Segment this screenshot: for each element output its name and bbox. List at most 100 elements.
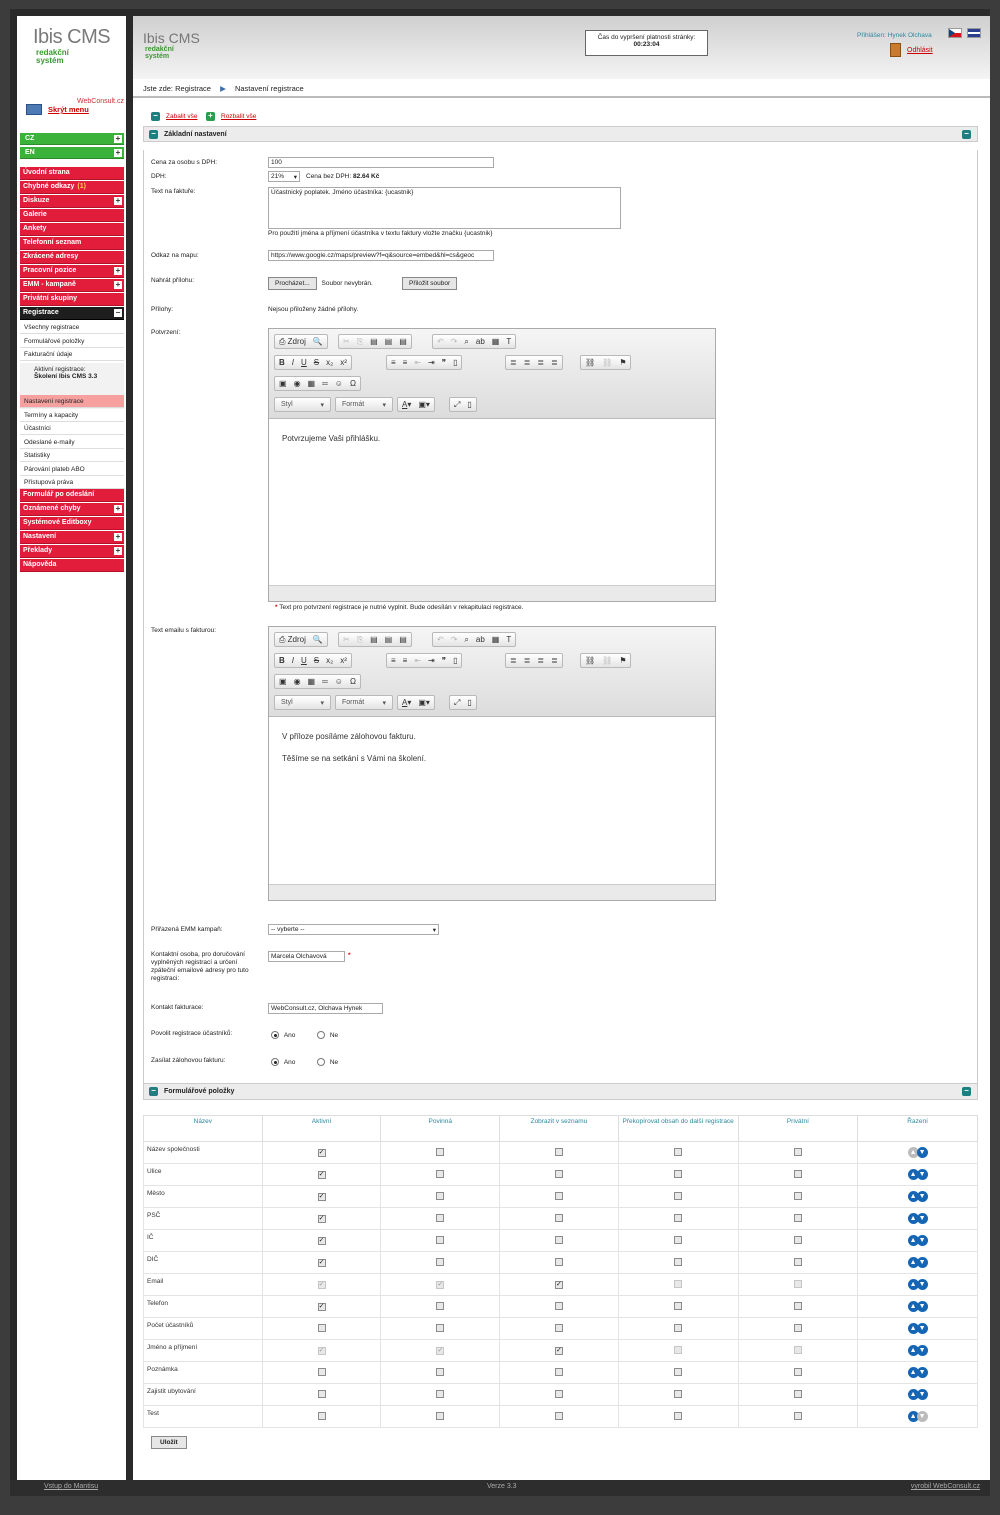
- find-icon[interactable]: ⌕: [464, 635, 468, 645]
- paste-icon[interactable]: ▤: [370, 337, 378, 346]
- checkbox-priv[interactable]: [793, 1147, 802, 1156]
- style-dropdown[interactable]: Styl ▾: [274, 397, 331, 412]
- move-down-icon[interactable]: ▼: [916, 1345, 928, 1356]
- maximize-icon[interactable]: ⤢: [454, 698, 460, 708]
- expand-icon[interactable]: +: [114, 281, 122, 289]
- checkbox-copy[interactable]: [674, 1301, 683, 1310]
- move-down-icon[interactable]: ▼: [916, 1279, 928, 1290]
- style-dropdown[interactable]: Styl ▾: [274, 695, 331, 710]
- sidebar-subitem[interactable]: Formulářové položky: [20, 334, 124, 348]
- align-center-icon[interactable]: ≣: [524, 358, 531, 367]
- checkbox-priv[interactable]: [793, 1169, 802, 1178]
- sidebar-subitem[interactable]: Nastavení registrace: [20, 395, 124, 408]
- browse-button[interactable]: Procházet...: [268, 277, 317, 290]
- move-down-icon[interactable]: ▼: [916, 1213, 928, 1224]
- allow-yes[interactable]: Ano: [271, 1031, 295, 1039]
- expand-icon[interactable]: +: [114, 267, 122, 275]
- copy-icon[interactable]: ⎘: [357, 635, 363, 645]
- checkbox-copy[interactable]: [674, 1389, 683, 1398]
- sidebar-item[interactable]: Pracovní pozice +: [20, 265, 124, 278]
- select-all-icon[interactable]: ▦: [492, 635, 500, 644]
- checkbox-req[interactable]: [436, 1301, 445, 1310]
- checkbox-active[interactable]: [317, 1323, 326, 1332]
- strike-icon[interactable]: S: [314, 358, 319, 367]
- source-button[interactable]: ⎙ Zdroj: [279, 337, 306, 347]
- unlink-icon[interactable]: ⛓: [602, 358, 612, 367]
- checkbox-copy[interactable]: [674, 1323, 683, 1332]
- mantis-link[interactable]: Vstup do Mantisu: [44, 1483, 98, 1490]
- price-input[interactable]: 100: [268, 157, 494, 168]
- allow-no[interactable]: Ne: [317, 1031, 338, 1039]
- bold-icon[interactable]: B: [279, 358, 285, 367]
- checkbox-list[interactable]: [554, 1301, 563, 1310]
- invoice-text-textarea[interactable]: Účastnický poplatek. Jméno účastníka: {u…: [268, 187, 621, 229]
- map-link-input[interactable]: https://www.google.cz/maps/preview?f=q&s…: [268, 250, 494, 261]
- checkbox-priv[interactable]: [793, 1301, 802, 1310]
- checkbox-priv[interactable]: [793, 1257, 802, 1266]
- sidebar-item[interactable]: Formulář po odeslání: [20, 489, 124, 502]
- sidebar-item[interactable]: Oznámené chyby +: [20, 503, 124, 516]
- checkbox-active[interactable]: [317, 1367, 326, 1376]
- preview-icon[interactable]: 🔍: [313, 337, 323, 346]
- checkbox-req[interactable]: [436, 1257, 445, 1266]
- checkbox-copy[interactable]: [674, 1169, 683, 1178]
- numbered-list-icon[interactable]: ≡: [391, 358, 396, 367]
- hide-menu-link[interactable]: Skrýt menu: [48, 105, 89, 114]
- indent-icon[interactable]: ⇥: [428, 358, 435, 367]
- checkbox-active[interactable]: ✓: [317, 1214, 326, 1223]
- invoice-yes[interactable]: Ano: [271, 1058, 295, 1066]
- editor-resize[interactable]: [269, 585, 715, 601]
- checkbox-list[interactable]: [554, 1213, 563, 1222]
- bullet-list-icon[interactable]: ≡: [403, 656, 408, 665]
- collapse-icon[interactable]: −: [962, 1087, 971, 1096]
- checkbox-req[interactable]: [436, 1235, 445, 1244]
- email-editor[interactable]: ⎙ Zdroj 🔍 ✂ ⎘ ▤ ▤ ▤ ↶ ↷ ⌕ ab ▦ T B I U Sx₂ x² ≡ ≡ ⇤ ⇥ ❞ ▯ ≣ ≣ ≣ ≣ ⛓ ⛓…: [268, 626, 716, 901]
- smiley-icon[interactable]: ☺: [335, 677, 343, 686]
- sidebar-item[interactable]: Překlady +: [20, 545, 124, 558]
- show-blocks-icon[interactable]: ▯: [467, 400, 471, 409]
- checkbox-list[interactable]: [554, 1191, 563, 1200]
- checkbox-req[interactable]: [436, 1191, 445, 1200]
- superscript-icon[interactable]: x²: [340, 358, 347, 367]
- sidebar-subitem[interactable]: Fakturační údaje: [20, 348, 124, 361]
- sidebar-subitem[interactable]: Účastníci: [20, 422, 124, 435]
- sidebar-item[interactable]: Úvodní strana: [20, 167, 124, 180]
- checkbox-active[interactable]: [317, 1411, 326, 1420]
- align-center-icon[interactable]: ≣: [524, 656, 531, 665]
- checkbox-priv[interactable]: [793, 1389, 802, 1398]
- checkbox-list[interactable]: [554, 1147, 563, 1156]
- blockquote-icon[interactable]: ❞: [442, 358, 446, 367]
- section-form-items-header[interactable]: − Formulářové položky −: [143, 1083, 978, 1100]
- remove-format-icon[interactable]: T: [506, 337, 511, 346]
- checkbox-copy[interactable]: [674, 1147, 683, 1156]
- checkbox-req[interactable]: [436, 1147, 445, 1156]
- sidebar-item[interactable]: Systémové Editboxy: [20, 517, 124, 530]
- numbered-list-icon[interactable]: ≡: [391, 656, 396, 665]
- paste-icon[interactable]: ▤: [370, 635, 378, 644]
- collapse-icon[interactable]: −: [962, 130, 971, 139]
- hr-icon[interactable]: ═: [322, 677, 328, 686]
- sidebar-item[interactable]: Zkrácené adresy: [20, 251, 124, 264]
- checkbox-active[interactable]: ✓: [317, 1236, 326, 1245]
- move-down-icon[interactable]: ▼: [916, 1257, 928, 1268]
- subscript-icon[interactable]: x₂: [326, 656, 333, 665]
- move-down-icon[interactable]: ▼: [916, 1235, 928, 1246]
- maximize-icon[interactable]: ⤢: [454, 400, 460, 410]
- outdent-icon[interactable]: ⇤: [414, 656, 421, 665]
- checkbox-req[interactable]: [436, 1169, 445, 1178]
- sidebar-subitem[interactable]: Všechny registrace: [20, 321, 124, 334]
- move-down-icon[interactable]: ▼: [916, 1367, 928, 1378]
- format-dropdown[interactable]: Formát ▾: [335, 695, 393, 710]
- expand-icon[interactable]: +: [114, 547, 122, 555]
- checkbox-active[interactable]: ✓: [317, 1302, 326, 1311]
- div-icon[interactable]: ▯: [453, 656, 457, 665]
- checkbox-list[interactable]: [554, 1367, 563, 1376]
- checkbox-copy[interactable]: [674, 1191, 683, 1200]
- copy-icon[interactable]: ⎘: [357, 337, 363, 347]
- checkbox-priv[interactable]: [793, 1235, 802, 1244]
- checkbox-req[interactable]: [436, 1213, 445, 1222]
- checkbox-priv[interactable]: [793, 1191, 802, 1200]
- move-down-icon[interactable]: ▼: [916, 1169, 928, 1180]
- collapse-icon[interactable]: −: [114, 309, 122, 317]
- remove-format-icon[interactable]: T: [506, 635, 511, 644]
